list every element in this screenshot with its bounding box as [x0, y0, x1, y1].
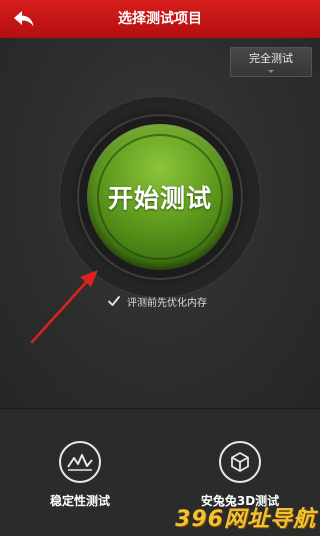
optimize-memory-option[interactable]: 评测前先优化内存 — [107, 293, 207, 309]
antutu-3d-test-button[interactable]: 安兔兔3D测试 — [180, 441, 300, 509]
test-mode-button[interactable]: 完全测试 — [230, 47, 312, 77]
cube-icon-circle — [219, 441, 261, 483]
site-watermark: 396网址导航 — [175, 507, 316, 532]
optimize-memory-label: 评测前先优化内存 — [127, 297, 207, 309]
annotation-arrow-icon — [30, 270, 98, 344]
title-bar: 选择测试项目 — [0, 0, 320, 38]
cube-3d-icon — [231, 452, 249, 472]
page-title: 选择测试项目 — [118, 11, 202, 27]
test-mode-label: 完全测试 — [249, 52, 293, 65]
chevron-down-icon — [268, 70, 274, 73]
checkmark-icon — [108, 296, 120, 306]
start-test-button[interactable]: 开始测试 — [87, 124, 233, 270]
start-test-label: 开始测试 — [107, 184, 212, 213]
stability-icon-circle — [59, 441, 101, 483]
stability-test-label: 稳定性测试 — [49, 494, 110, 508]
stability-test-button[interactable]: 稳定性测试 — [20, 441, 140, 509]
stability-chart-icon — [67, 454, 93, 471]
